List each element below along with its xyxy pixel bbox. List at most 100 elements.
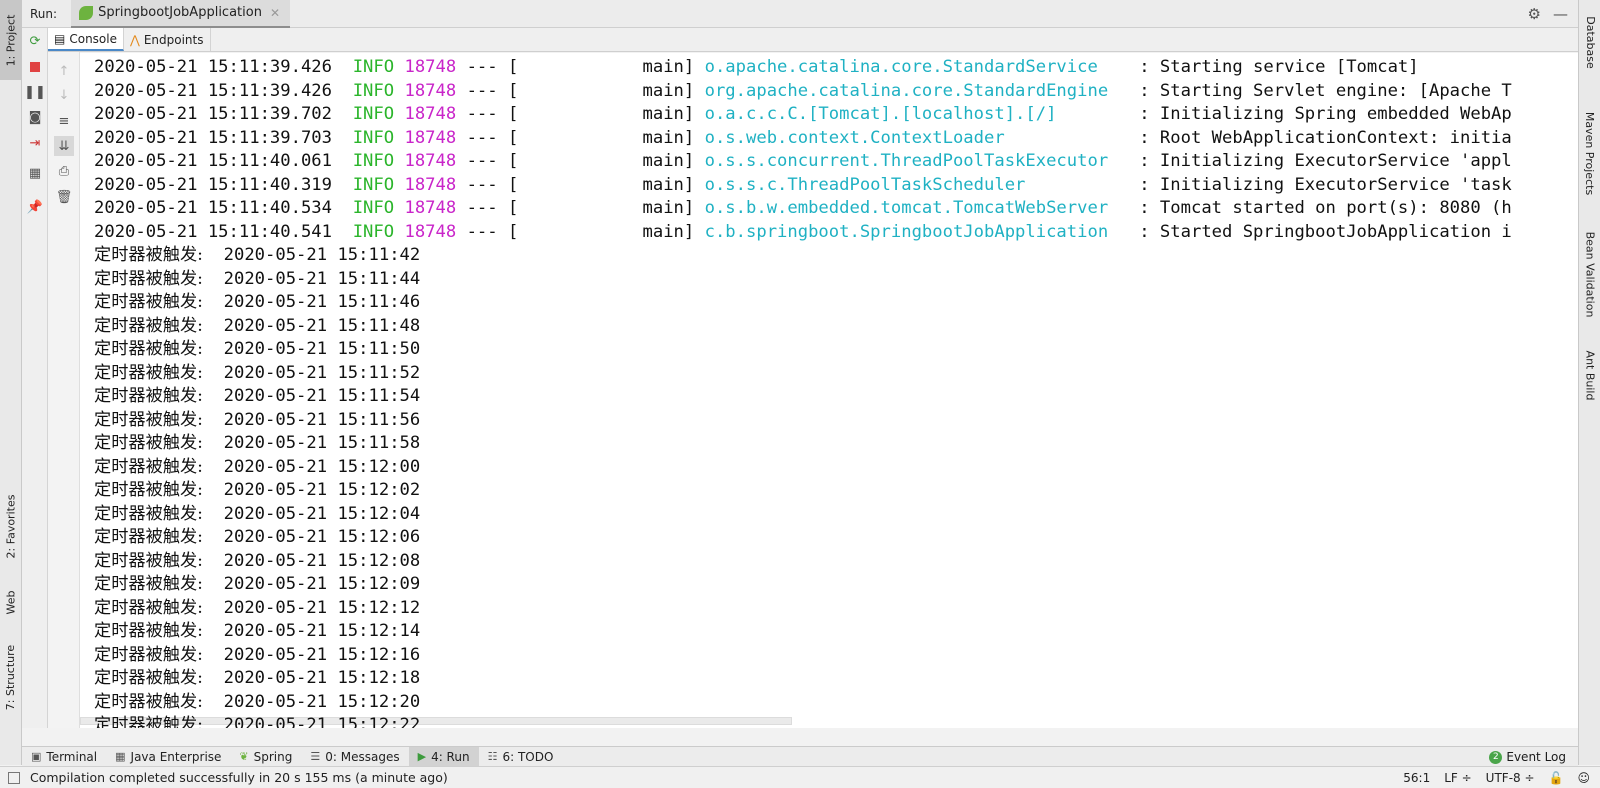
pause-icon[interactable]: ❚❚ xyxy=(24,83,46,101)
tab-spring[interactable]: ❦ Spring xyxy=(230,747,301,767)
tab-spring-label: Spring xyxy=(253,749,293,764)
maven-tab-label: Maven Projects xyxy=(1583,111,1597,195)
web-tool-tab[interactable]: Web xyxy=(0,578,22,626)
file-encoding[interactable]: UTF-8 ÷ xyxy=(1486,771,1535,785)
log-message: : Starting Servlet engine: [Apache T xyxy=(1139,80,1512,101)
trigger-time: 2020-05-21 15:11:54 xyxy=(223,386,421,406)
trigger-line: 定时器被触发: 2020-05-21 15:12:14 xyxy=(94,620,420,643)
log-separator: --- [ xyxy=(456,151,519,171)
tab-run[interactable]: ▶ 4: Run xyxy=(408,746,479,767)
trigger-label: 定时器被触发: xyxy=(94,503,203,524)
console-toolbar: ↑ ↓ ≡ ⇊ ⎙ 🗑 xyxy=(48,52,80,728)
layout-icon[interactable]: ▦ xyxy=(26,164,44,182)
trigger-time: 2020-05-21 15:12:14 xyxy=(223,621,421,641)
tab-messages[interactable]: ☰ 0: Messages xyxy=(301,747,408,767)
log-pid: 18748 xyxy=(404,221,457,242)
line-separator[interactable]: LF ÷ xyxy=(1444,771,1471,785)
log-thread: main] xyxy=(642,221,695,242)
trigger-time: 2020-05-21 15:11:44 xyxy=(223,268,421,289)
hector-icon[interactable]: ☺ xyxy=(1577,771,1590,785)
rerun-icon[interactable]: ⟳ xyxy=(26,32,44,50)
soft-wrap-icon[interactable]: ≡ xyxy=(55,112,73,130)
log-level: INFO xyxy=(352,151,395,171)
log-message: : Initializing ExecutorService 'appl xyxy=(1139,151,1512,171)
log-logger: c.b.springboot.SpringbootJobApplication xyxy=(704,221,1119,242)
structure-tab-label: 7: Structure xyxy=(4,644,18,710)
tab-console[interactable]: ▤ Console xyxy=(48,28,124,51)
scroll-to-end-icon[interactable]: ⇊ xyxy=(54,136,74,156)
log-level: INFO xyxy=(352,80,395,101)
window-icon[interactable] xyxy=(8,772,20,784)
minimize-icon[interactable]: — xyxy=(1553,5,1568,23)
pin-icon[interactable]: 📌 xyxy=(26,198,44,216)
log-timestamp: 2020-05-21 15:11:39.426 xyxy=(94,80,332,101)
exit-icon[interactable]: ⇥ xyxy=(26,134,44,152)
log-timestamp: 2020-05-21 15:11:39.703 xyxy=(94,127,332,148)
project-tool-tab[interactable]: 1: Project xyxy=(0,0,22,80)
log-logger: o.apache.catalina.core.StandardService xyxy=(704,57,1119,77)
run-label: Run: xyxy=(30,6,58,21)
ide-window: 1: Project 2: Favorites Web 7: Structure… xyxy=(0,0,1600,788)
trigger-label: 定时器被触发: xyxy=(94,644,203,665)
tab-terminal[interactable]: ▣ Terminal xyxy=(22,747,106,767)
event-log-button[interactable]: 2 Event Log xyxy=(1489,747,1566,767)
trigger-line: 定时器被触发: 2020-05-21 15:12:18 xyxy=(94,667,420,690)
trigger-line: 定时器被触发: 2020-05-21 15:12:00 xyxy=(94,456,420,479)
close-icon[interactable]: ✕ xyxy=(270,6,280,20)
up-arrow-icon[interactable]: ↑ xyxy=(55,62,73,80)
trigger-time: 2020-05-21 15:12:09 xyxy=(223,574,421,594)
bean-validation-tool-tab[interactable]: Bean Validation xyxy=(1579,218,1600,330)
log-message: : Root WebApplicationContext: initia xyxy=(1139,127,1512,148)
gear-icon[interactable]: ⚙ xyxy=(1528,5,1541,23)
print-icon[interactable]: ⎙ xyxy=(55,162,73,180)
trigger-line: 定时器被触发: 2020-05-21 15:11:56 xyxy=(94,409,420,432)
bottom-tool-bar: ▣ Terminal ▦ Java Enterprise ❦ Spring ☰ … xyxy=(22,746,1578,767)
tab-java-enterprise[interactable]: ▦ Java Enterprise xyxy=(106,747,230,767)
log-logger: o.a.c.c.C.[Tomcat].[localhost].[/] xyxy=(704,104,1119,124)
trigger-line: 定时器被触发: 2020-05-21 15:12:09 xyxy=(94,573,420,596)
log-timestamp: 2020-05-21 15:11:40.319 xyxy=(94,174,332,195)
trigger-label: 定时器被触发: xyxy=(94,315,203,336)
favorites-tool-tab[interactable]: 2: Favorites xyxy=(0,478,22,574)
log-timestamp: 2020-05-21 15:11:40.061 xyxy=(94,151,332,171)
trigger-line: 定时器被触发: 2020-05-21 15:11:44 xyxy=(94,268,420,291)
database-tool-tab[interactable]: Database xyxy=(1579,2,1600,82)
caret-position[interactable]: 56:1 xyxy=(1403,771,1430,785)
trigger-time: 2020-05-21 15:11:46 xyxy=(223,292,421,312)
log-level: INFO xyxy=(352,127,395,148)
log-timestamp: 2020-05-21 15:11:39.426 xyxy=(94,57,332,77)
log-separator: --- [ xyxy=(456,174,519,195)
trigger-label: 定时器被触发: xyxy=(94,621,203,641)
log-message: : Started SpringbootJobApplication i xyxy=(1139,221,1512,242)
trigger-label: 定时器被触发: xyxy=(94,597,203,618)
camera-icon[interactable]: ◙ xyxy=(26,108,44,126)
log-pid: 18748 xyxy=(404,151,457,171)
terminal-icon: ▣ xyxy=(31,750,42,763)
console-output[interactable]: 2020-05-21 15:11:39.426 INFO 18748 --- [… xyxy=(80,53,1578,728)
database-tab-label: Database xyxy=(1583,15,1597,69)
tab-endpoints[interactable]: ⋀ Endpoints xyxy=(124,28,211,51)
maven-tool-tab[interactable]: Maven Projects xyxy=(1579,94,1600,212)
log-separator: --- [ xyxy=(456,221,519,242)
run-config-tab[interactable]: SpringbootJobApplication ✕ xyxy=(71,0,291,28)
tab-endpoints-label: Endpoints xyxy=(143,32,204,47)
down-arrow-icon[interactable]: ↓ xyxy=(55,86,73,104)
trigger-line: 定时器被触发: 2020-05-21 15:11:46 xyxy=(94,291,420,314)
event-log-badge: 2 xyxy=(1489,750,1503,764)
lock-icon[interactable]: 🔓 xyxy=(1549,771,1564,785)
left-tool-stripe: 1: Project 2: Favorites Web 7: Structure xyxy=(0,0,22,765)
trigger-label: 定时器被触发: xyxy=(94,386,203,406)
tab-run-label: 4: Run xyxy=(431,749,470,764)
trigger-label: 定时器被触发: xyxy=(94,409,203,430)
log-timestamp: 2020-05-21 15:11:40.541 xyxy=(94,221,332,242)
log-separator: --- [ xyxy=(456,57,519,77)
tab-todo[interactable]: ☷ 6: TODO xyxy=(479,747,563,767)
trigger-time: 2020-05-21 15:12:18 xyxy=(223,668,421,688)
stop-button[interactable] xyxy=(26,58,44,76)
event-log-label: Event Log xyxy=(1506,750,1566,764)
trash-icon[interactable]: 🗑 xyxy=(55,188,73,206)
ant-build-tool-tab[interactable]: Ant Build xyxy=(1579,340,1600,410)
trigger-time: 2020-05-21 15:12:06 xyxy=(223,527,421,547)
log-thread: main] xyxy=(642,57,695,77)
structure-tool-tab[interactable]: 7: Structure xyxy=(0,634,22,720)
